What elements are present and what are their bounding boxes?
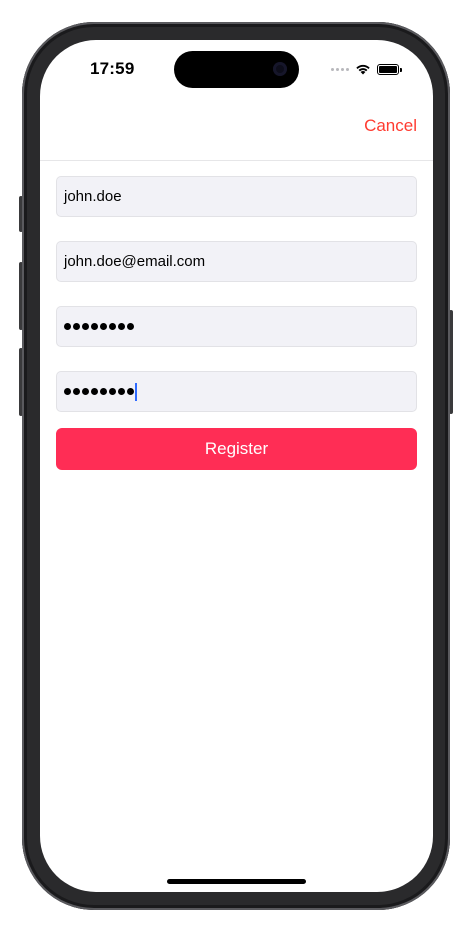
password-dot (64, 323, 71, 330)
password-dot (91, 323, 98, 330)
front-camera-icon (273, 62, 287, 76)
cellular-signal-icon (331, 67, 349, 71)
home-indicator[interactable] (167, 879, 306, 884)
battery-icon (377, 63, 402, 75)
password-dot (118, 388, 125, 395)
password-dot (127, 323, 134, 330)
password-dot (100, 323, 107, 330)
password-dot (64, 388, 71, 395)
status-icons (331, 62, 402, 76)
password-dot (82, 323, 89, 330)
password-dot (82, 388, 89, 395)
email-field[interactable]: john.doe@email.com (56, 241, 417, 282)
registration-form: john.doe john.doe@email.com (56, 176, 417, 436)
screen: 17:59 Cancel john.doe john.doe@email.com… (40, 40, 433, 892)
password-masked-value (64, 323, 134, 330)
username-field[interactable]: john.doe (56, 176, 417, 217)
password-dot (73, 388, 80, 395)
password-dot (109, 323, 116, 330)
confirm-password-field[interactable] (56, 371, 417, 412)
battery-fill (379, 65, 397, 73)
password-dot (73, 323, 80, 330)
status-bar: 17:59 (40, 40, 433, 94)
username-value: john.doe (64, 188, 122, 205)
password-dot (118, 323, 125, 330)
password-dot (91, 388, 98, 395)
password-dot (109, 388, 116, 395)
text-cursor (135, 382, 137, 401)
wifi-icon (356, 64, 370, 75)
register-button[interactable]: Register (56, 428, 417, 470)
cancel-button[interactable]: Cancel (364, 116, 417, 136)
password-field[interactable] (56, 306, 417, 347)
dynamic-island (174, 51, 299, 88)
status-time: 17:59 (90, 59, 135, 78)
confirm-password-masked-value (64, 388, 134, 395)
navigation-bar: Cancel (40, 94, 433, 161)
email-value: john.doe@email.com (64, 253, 206, 270)
password-dot (127, 388, 134, 395)
password-dot (100, 388, 107, 395)
